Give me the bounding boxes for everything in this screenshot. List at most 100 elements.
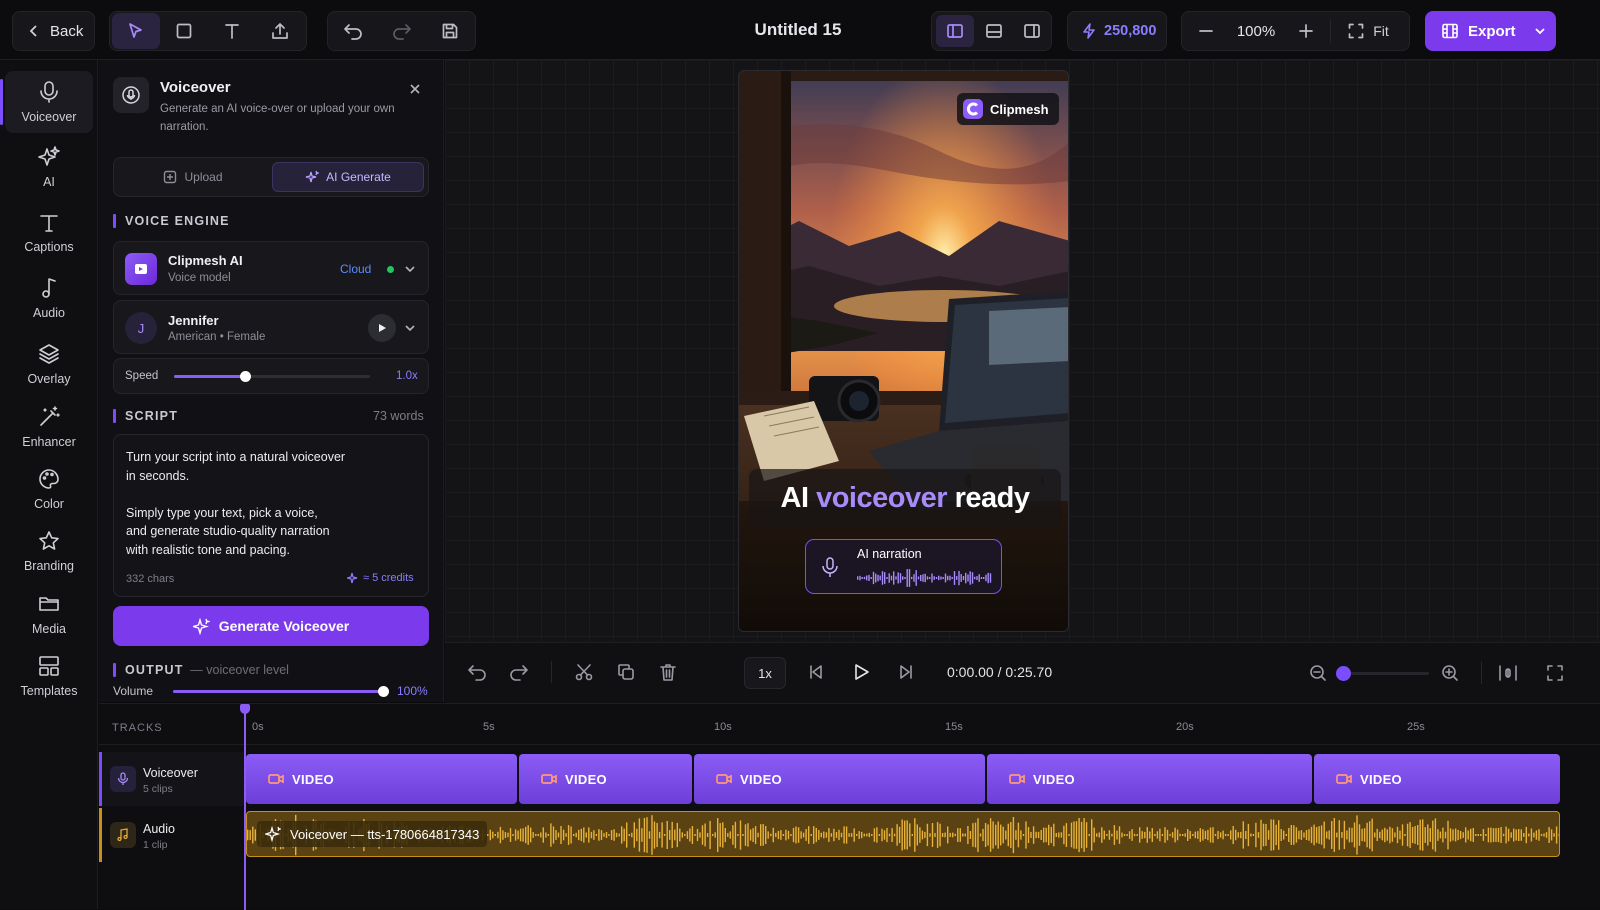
text-tool-button[interactable]	[208, 11, 256, 51]
duplicate-icon[interactable]	[616, 662, 636, 682]
zoom-out-button[interactable]	[1182, 11, 1230, 51]
voice-avatar: J	[125, 312, 157, 344]
layout-right-button[interactable]	[1013, 11, 1051, 51]
undo-button[interactable]	[328, 11, 378, 51]
audio-clip[interactable]: Voiceover — tts-1780664817343	[246, 811, 1560, 857]
undo-icon[interactable]	[467, 662, 487, 682]
clip-label: VIDEO	[1360, 771, 1402, 787]
panel-description: Generate an AI voice-over or upload your…	[160, 100, 410, 136]
export-button[interactable]: Export	[1425, 11, 1556, 51]
redo-button[interactable]	[378, 11, 426, 51]
rail-item-color[interactable]: Color	[5, 458, 93, 520]
playback-speed-button[interactable]: 1x	[744, 657, 786, 689]
rail-item-ai[interactable]: AI	[5, 136, 93, 198]
waveform-bar	[1131, 829, 1133, 841]
rectangle-tool-button[interactable]	[160, 11, 208, 51]
timeline-zoom-slider[interactable]	[1336, 665, 1429, 681]
layout-bottom-button[interactable]	[974, 11, 1014, 51]
waveform-bar	[631, 832, 633, 838]
zoom-in-button[interactable]	[1282, 11, 1330, 51]
upload-tool-button[interactable]	[256, 11, 304, 51]
waveform-bar	[487, 834, 489, 836]
narration-label: AI narration	[857, 547, 922, 561]
project-title[interactable]: Untitled 15	[700, 20, 896, 40]
skip-back-icon[interactable]	[807, 663, 825, 681]
waveform-bar	[979, 833, 982, 837]
waveform-bar	[1505, 826, 1507, 844]
track-header-audio[interactable]: Audio 1 clip	[99, 808, 244, 862]
rail-label: Captions	[24, 240, 74, 254]
video-clip[interactable]: VIDEO	[694, 754, 985, 804]
video-preview[interactable]: Clipmesh AI voiceover ready AI narration	[738, 70, 1069, 632]
fit-button[interactable]: Fit	[1330, 19, 1406, 43]
tab-upload[interactable]: Upload	[118, 162, 268, 192]
waveform-bar	[1513, 828, 1515, 842]
timeline-zoom-thumb[interactable]	[1336, 665, 1351, 681]
waveform-bar	[969, 571, 971, 585]
video-camera-icon	[541, 774, 557, 784]
redo-icon[interactable]	[509, 662, 529, 682]
volume-track[interactable]	[173, 686, 389, 697]
timeline-zoom	[1309, 662, 1564, 684]
engine-select[interactable]: Clipmesh AI Voice model Cloud	[113, 241, 429, 295]
rail-item-media[interactable]: Media	[5, 583, 93, 645]
speed-track[interactable]	[174, 371, 370, 382]
waveform-bar	[974, 576, 976, 580]
rail-item-overlay[interactable]: Overlay	[5, 333, 93, 395]
zoom-out-icon[interactable]	[1309, 664, 1327, 682]
save-button[interactable]	[426, 11, 474, 51]
video-clip[interactable]: VIDEO	[987, 754, 1312, 804]
waveform-bar	[967, 574, 969, 582]
waveform-bar	[674, 829, 676, 841]
scissors-icon[interactable]	[574, 662, 594, 682]
generate-voiceover-button[interactable]: Generate Voiceover	[113, 606, 429, 646]
script-textarea[interactable]: Turn your script into a natural voiceove…	[113, 434, 429, 597]
waveform-bar	[1235, 829, 1237, 841]
play-icon[interactable]	[851, 662, 871, 682]
video-clip[interactable]: VIDEO	[1314, 754, 1560, 804]
rail-item-branding[interactable]: Branding	[5, 520, 93, 582]
speed-thumb[interactable]	[239, 371, 251, 382]
time-ruler[interactable]: 0s 5s 10s 15s 20s 25s	[244, 704, 1600, 744]
waveform-bar	[1326, 831, 1328, 839]
video-clip[interactable]: VIDEO	[519, 754, 692, 804]
rail-item-audio[interactable]: Audio	[5, 267, 93, 329]
voice-select[interactable]: J Jennifer American • Female	[113, 300, 429, 354]
waveform-bar	[1356, 815, 1358, 855]
credits-badge[interactable]: 250,800	[1067, 11, 1167, 51]
waveform-bar	[1265, 824, 1267, 846]
layout-left-button[interactable]	[936, 15, 974, 47]
rail-item-captions[interactable]: Captions	[5, 202, 93, 264]
playhead[interactable]	[240, 704, 250, 910]
waveform-bar	[962, 833, 964, 837]
zoom-in-icon[interactable]	[1441, 664, 1459, 682]
rail-item-templates[interactable]: Templates	[5, 645, 93, 707]
waveform-bar	[1346, 830, 1348, 840]
back-button[interactable]: Back	[12, 11, 95, 51]
volume-fill	[173, 690, 383, 693]
ruler-tick-label: 25s	[1407, 721, 1425, 733]
waveform-bar	[641, 828, 643, 842]
fit-timeline-icon[interactable]	[1498, 664, 1518, 682]
rail-item-voiceover[interactable]: Voiceover	[0, 71, 93, 133]
close-icon[interactable]	[410, 84, 420, 94]
waveform-bar	[1283, 830, 1285, 840]
waveform-bar	[663, 834, 666, 836]
voice-preview-button[interactable]	[368, 314, 396, 342]
fullscreen-icon[interactable]	[1546, 664, 1564, 682]
waveform-bar	[962, 576, 965, 580]
video-clip[interactable]: VIDEO	[246, 754, 517, 804]
waveform-bar	[681, 832, 683, 838]
rail-item-enhancer[interactable]: Enhancer	[5, 396, 93, 458]
trash-icon[interactable]	[658, 662, 678, 682]
waveform-bar	[1007, 823, 1009, 847]
sidebar-left-icon	[946, 24, 963, 38]
volume-thumb[interactable]	[378, 686, 389, 697]
waveform-bar	[876, 827, 878, 843]
tab-ai-generate[interactable]: AI Generate	[272, 162, 424, 192]
skip-forward-icon[interactable]	[897, 663, 915, 681]
waveform-bar	[1037, 831, 1040, 839]
track-header-voiceover[interactable]: Voiceover 5 clips	[99, 752, 244, 806]
select-tool-button[interactable]	[112, 13, 160, 49]
sidebar-right-icon	[1024, 24, 1041, 38]
